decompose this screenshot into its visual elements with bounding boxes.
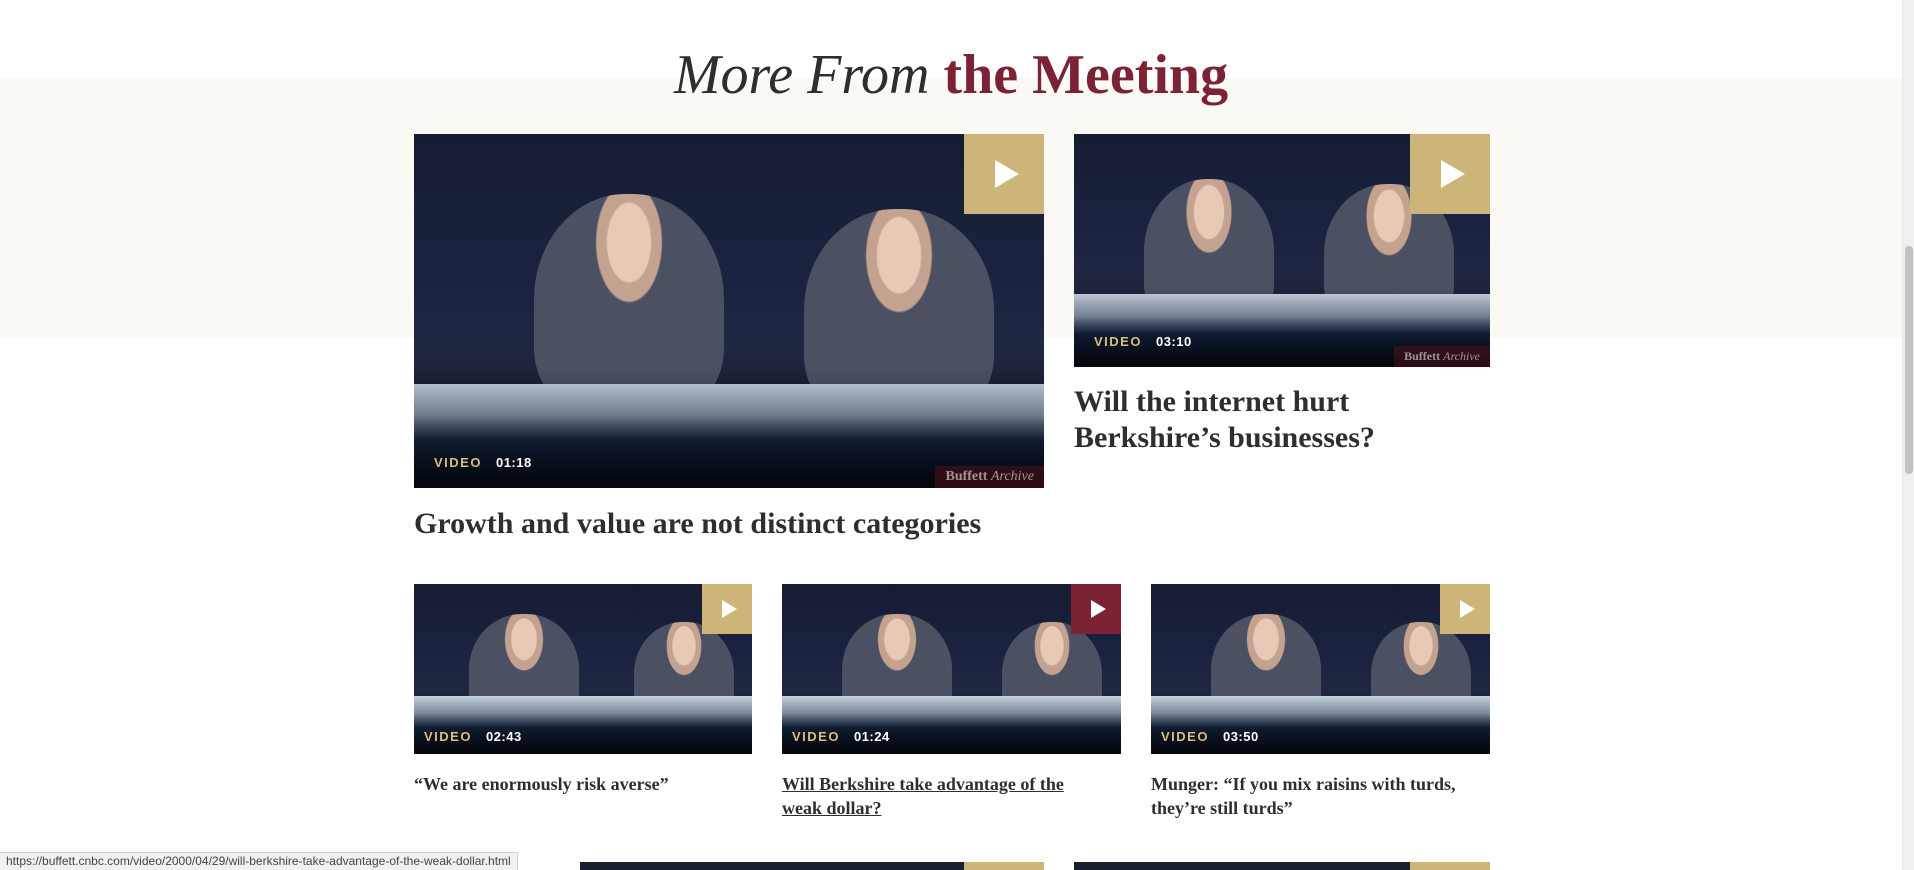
video-meta: VIDEO 01:24: [792, 729, 890, 744]
video-card[interactable]: VIDEO 02:43: [414, 584, 752, 754]
video-label: VIDEO: [424, 729, 472, 744]
play-icon: [721, 600, 737, 618]
next-row-thumbnail[interactable]: [1074, 862, 1490, 870]
video-duration: 03:50: [1222, 729, 1259, 744]
browser-status-url: https://buffett.cnbc.com/video/2000/04/2…: [0, 852, 518, 870]
video-title-link[interactable]: Will the internet hurt Berkshire’s busin…: [1074, 384, 1494, 456]
video-thumbnail[interactable]: VIDEO 01:24: [782, 584, 1121, 754]
section-title-bold: the Meeting: [943, 44, 1229, 106]
buffett-archive-watermark: Buffett Archive: [935, 466, 1044, 488]
video-duration: 03:10: [1155, 334, 1192, 349]
thumbnail-shade: [414, 696, 752, 754]
video-thumbnail[interactable]: VIDEO 01:18 Buffett Archive: [414, 134, 1044, 488]
play-button[interactable]: [1440, 584, 1490, 634]
video-label: VIDEO: [1094, 334, 1142, 349]
play-button[interactable]: [1071, 584, 1121, 634]
video-meta: VIDEO 03:10: [1094, 334, 1192, 349]
video-thumbnail[interactable]: VIDEO 02:43: [414, 584, 752, 754]
next-row-thumbnail[interactable]: [580, 862, 1044, 870]
play-icon: [1459, 600, 1475, 618]
play-icon: [995, 160, 1019, 188]
play-button[interactable]: [1410, 134, 1490, 214]
video-thumbnail[interactable]: VIDEO 03:50: [1151, 584, 1490, 754]
video-title-link[interactable]: Munger: “If you mix raisins with turds, …: [1151, 772, 1490, 820]
watermark-text-b: Archive: [990, 469, 1034, 484]
video-title-link[interactable]: “We are enormously risk averse”: [414, 772, 752, 796]
video-meta: VIDEO 03:50: [1161, 729, 1259, 744]
video-thumbnail[interactable]: VIDEO 03:10 Buffett Archive: [1074, 134, 1490, 367]
play-button[interactable]: [1410, 862, 1490, 870]
video-label: VIDEO: [434, 455, 482, 470]
play-icon: [1441, 160, 1465, 188]
watermark-text-a: Buffett: [1404, 349, 1441, 363]
video-card[interactable]: VIDEO 01:24: [782, 584, 1121, 754]
section-title-light: More From: [673, 44, 930, 106]
play-button[interactable]: [964, 862, 1044, 870]
watermark-text-a: Buffett: [945, 469, 988, 484]
play-button[interactable]: [964, 134, 1044, 214]
video-title-link[interactable]: Will Berkshire take advantage of the wea…: [782, 772, 1102, 820]
featured-video-card[interactable]: VIDEO 01:18 Buffett Archive: [414, 134, 1044, 488]
featured-video-card[interactable]: VIDEO 03:10 Buffett Archive: [1074, 134, 1490, 367]
video-duration: 01:24: [853, 729, 890, 744]
page: More From the Meeting VIDEO 01:18 Buffet…: [0, 0, 1914, 870]
video-meta: VIDEO 01:18: [434, 455, 532, 470]
play-icon: [1090, 600, 1106, 618]
scrollbar-thumb[interactable]: [1905, 246, 1913, 474]
video-card[interactable]: VIDEO 03:50: [1151, 584, 1490, 754]
play-button[interactable]: [702, 584, 752, 634]
video-meta: VIDEO 02:43: [424, 729, 522, 744]
thumbnail-shade: [782, 696, 1121, 754]
page-scrollbar[interactable]: [1902, 0, 1914, 870]
thumbnail-shade: [1151, 696, 1490, 754]
video-label: VIDEO: [1161, 729, 1209, 744]
buffett-archive-watermark: Buffett Archive: [1394, 346, 1490, 367]
video-title-link[interactable]: Growth and value are not distinct catego…: [414, 506, 1094, 542]
video-label: VIDEO: [792, 729, 840, 744]
video-duration: 02:43: [485, 729, 522, 744]
video-duration: 01:18: [495, 455, 532, 470]
section-title: More From the Meeting: [0, 40, 1902, 110]
watermark-text-b: Archive: [1443, 349, 1480, 363]
